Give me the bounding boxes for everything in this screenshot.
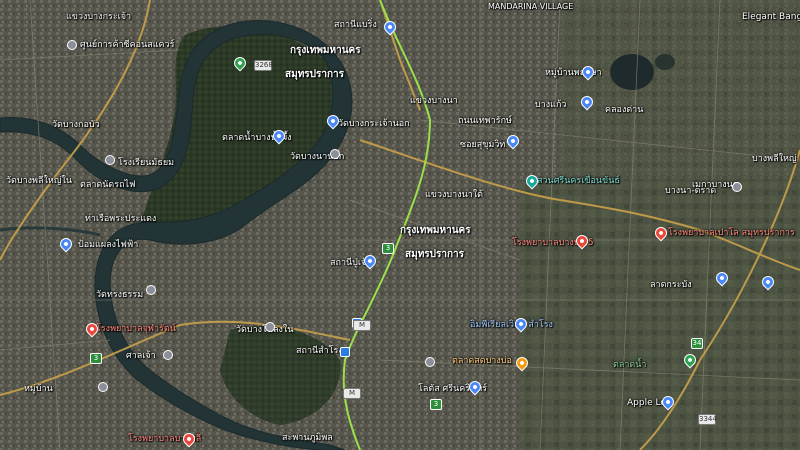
poi-circle-7[interactable] bbox=[98, 382, 108, 392]
poi-circle-4[interactable] bbox=[146, 285, 156, 295]
label-misc-13: บางพลีใหญ่ bbox=[752, 154, 797, 164]
label-wat-bangkachao: วัดบางกระเจ้านอก bbox=[338, 119, 410, 129]
label-ketsuk: แขวงบางกระเจ้า bbox=[66, 12, 132, 22]
label-misc-11: สะพานภูมิพล bbox=[282, 433, 333, 443]
label-station-2: สถานีสำโรง bbox=[296, 346, 343, 356]
label-mall-1: ตลาดสดบางบ่อ bbox=[452, 356, 512, 366]
poi-circle-9[interactable] bbox=[425, 357, 435, 367]
label-misc-6: ตลาดนัดรถไฟ bbox=[80, 180, 136, 190]
poi-circle-8[interactable] bbox=[732, 182, 742, 192]
label-misc-10: ศาลเจ้า bbox=[126, 351, 156, 361]
label-misc-17: หมู่บ้าน bbox=[24, 384, 53, 394]
label-soi-2: แขวงบางนาใต้ bbox=[425, 190, 484, 200]
label-misc-4: ศูนย์การค้าซีคอนสแควร์ bbox=[80, 40, 175, 50]
label-samut-1: สมุทรปราการ bbox=[285, 69, 345, 80]
route-shield-34: 34 bbox=[691, 338, 703, 349]
label-misc-2: คลองด่าน bbox=[605, 105, 644, 115]
label-road-2: ซอยสุขุมวิท bbox=[460, 140, 506, 150]
label-misc-16: วัดบางพลีใหญ่ใน bbox=[6, 176, 73, 186]
poi-circle-1[interactable] bbox=[67, 40, 77, 50]
metro-shield-2: M bbox=[343, 388, 361, 399]
satellite-map[interactable]: Elegant Bangkok MANDARINA VILLAGE แขวงบา… bbox=[0, 0, 800, 450]
poi-circle-3[interactable] bbox=[330, 149, 340, 159]
label-hospital-2: โรงพยาบาลเปาโล สมุทรปราการ bbox=[668, 228, 795, 238]
route-shield-3268: 3268 bbox=[254, 60, 273, 71]
metro-shield-1: M bbox=[353, 320, 371, 331]
label-soi-1: แขวงบางนา bbox=[410, 96, 458, 106]
train-station-icon[interactable] bbox=[340, 347, 350, 357]
label-bkk-2: กรุงเทพมหานคร bbox=[400, 225, 471, 236]
label-misc-7: ท่าเรือพระประแดง bbox=[85, 214, 157, 224]
label-misc-3: บางแก้ว bbox=[535, 100, 567, 110]
label-wat-bangkasobai: วัดบางกอบัว bbox=[52, 120, 100, 130]
label-hospital-3: โรงพยาบาลจุฬารัตน์ bbox=[96, 324, 176, 334]
label-misc-12: เมกาบางนา bbox=[692, 180, 738, 190]
route-shield-3344: 3344 bbox=[698, 414, 717, 425]
route-shield-3-c: 3 bbox=[430, 399, 442, 410]
poi-circle-5[interactable] bbox=[265, 322, 275, 332]
poi-circle-2[interactable] bbox=[105, 155, 115, 165]
label-samut-2: สมุทรปราการ bbox=[405, 249, 465, 260]
label-misc-8: ป้อมแผลงไฟฟ้า bbox=[78, 240, 139, 250]
label-mall-2: อิมพีเรียลเวิลด์ สำโรง bbox=[470, 320, 553, 330]
route-shield-3-a: 3 bbox=[382, 243, 394, 254]
label-station-1: สถานีแบริ่ง bbox=[334, 20, 377, 30]
label-park-1: สวนศรีนครเขื่อนขันธ์ bbox=[537, 176, 620, 186]
label-misc-5: โรงเรียนมัธยม bbox=[118, 158, 175, 168]
label-elegant-bangkok: Elegant Bangkok bbox=[742, 12, 800, 22]
route-shield-3-b: 3 bbox=[90, 353, 102, 364]
label-mandarina-village: MANDARINA VILLAGE bbox=[488, 2, 574, 11]
label-misc-15: ตลาดน้ำ bbox=[613, 360, 647, 370]
label-bkk-1: กรุงเทพมหานคร bbox=[290, 45, 361, 56]
label-road-1: ถนนเทพารักษ์ bbox=[458, 116, 512, 126]
poi-circle-6[interactable] bbox=[163, 350, 173, 360]
label-misc-14: ลาดกระบัง bbox=[650, 280, 692, 290]
label-misc-9: วัดทรงธรรม bbox=[96, 290, 144, 300]
